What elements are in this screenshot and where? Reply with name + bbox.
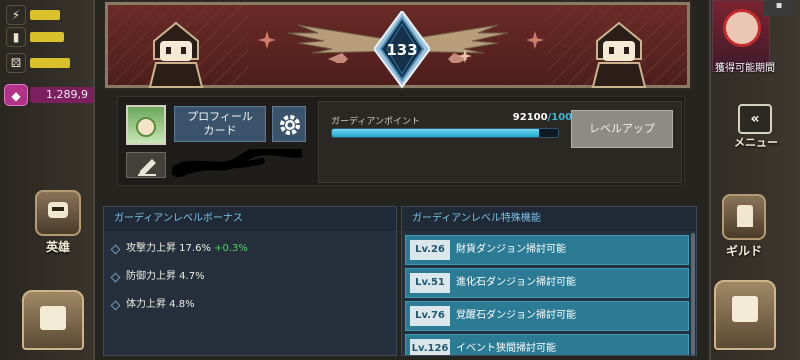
resource-row-2: ▮ [4, 26, 96, 48]
guardian-points-fill [332, 129, 540, 137]
resource-row-1: ⚡ [4, 4, 96, 26]
bonus-row: 防御力上昇 4.7% [104, 263, 396, 291]
guardian-level-value: 133 [386, 41, 418, 59]
sparkle-icon [526, 31, 544, 49]
feature-level: Lv.51 [410, 273, 450, 293]
guild-label: ギルド [725, 244, 762, 258]
feature-text: 覚醒石ダンジョン掃討可能 [456, 310, 576, 321]
settings-button[interactable] [272, 106, 306, 142]
avatar-face [136, 117, 156, 137]
bonus-label: 防御力上昇 4.7% [126, 271, 205, 282]
sparkle-icon [458, 49, 472, 63]
menu-label: メニュー [734, 136, 778, 149]
bonus-label: 攻撃力上昇 17.6% [126, 243, 211, 254]
dice-icon: ⚄ [6, 53, 26, 73]
guardian-mascot-right [591, 21, 647, 88]
right-hud: 獲得可能期間 ▪ « メニュー ギルド [700, 0, 800, 360]
bonus-label: 体力上昇 4.8% [126, 299, 195, 310]
shop-button[interactable] [22, 290, 84, 350]
feature-text: 財貨ダンジョン掃討可能 [456, 244, 566, 255]
hero-button[interactable]: 英雄 [28, 190, 88, 255]
feature-row: Lv.126 イベント狭間掃討可能 [405, 334, 689, 355]
guardian-level-badge: 133 [374, 11, 430, 91]
resource-bar-2 [30, 32, 64, 42]
resource-bar-3 [30, 58, 70, 68]
avatar[interactable] [126, 105, 166, 145]
profile-card-label-line1: プロフィール [187, 110, 253, 123]
feature-row: Lv.26 財貨ダンジョン掃討可能 [405, 235, 689, 265]
edit-name-button[interactable] [126, 152, 166, 178]
cup-icon: ▮ [6, 27, 26, 47]
profile-card-label-line2: カード [203, 124, 237, 137]
left-hud: ⚡ ▮ ⚄ 1,289,9 ◆ 英雄 [0, 0, 100, 360]
game-screen: ⚡ ▮ ⚄ 1,289,9 ◆ 英雄 獲得可能期間 ▪ « メニュー ギルド 1… [0, 0, 800, 360]
feature-level: Lv.76 [410, 306, 450, 326]
features-scrollbar[interactable] [691, 233, 695, 355]
energy-icon: ⚡ [6, 5, 26, 25]
level-bonus-title: ガーディアンレベルボーナス [104, 207, 396, 231]
guild-button[interactable]: ギルド [714, 194, 774, 259]
special-features-title: ガーディアンレベル特殊機能 [402, 207, 696, 231]
level-bonus-panel: ガーディアンレベルボーナス 攻撃力上昇 17.6% +0.3% 防御力上昇 4.… [103, 206, 397, 356]
feature-text: イベント狭間掃討可能 [456, 343, 556, 354]
resource-bar-1 [30, 10, 60, 20]
menu-button[interactable]: « [738, 104, 772, 134]
special-features-panel[interactable]: ガーディアンレベル特殊機能 Lv.26 財貨ダンジョン掃討可能 Lv.51 進化… [401, 206, 697, 356]
bonus-increase: +0.3% [214, 243, 248, 254]
guild-icon [722, 194, 766, 240]
feature-level: Lv.26 [410, 240, 450, 260]
points-current: 92100 [512, 112, 548, 123]
guardian-mascot-left [148, 21, 204, 88]
pencil-icon [138, 159, 156, 176]
feature-text: 進化石ダンジョン掃討可能 [456, 277, 576, 288]
gem-bar: 1,289,9 [30, 87, 100, 103]
resource-row-3: ⚄ [4, 52, 96, 74]
gear-icon [280, 115, 300, 135]
gem-value: 1,289,9 [46, 88, 88, 101]
mail-button[interactable] [714, 280, 776, 350]
bonus-row: 攻撃力上昇 17.6% +0.3% [104, 235, 396, 263]
feature-level: Lv.126 [410, 339, 450, 355]
close-icon[interactable]: ▪ [764, 0, 794, 16]
guardian-points-label: ガーディアンポイント [331, 117, 421, 127]
diamond-bullet-icon [110, 300, 121, 311]
diamond-bullet-icon [110, 244, 121, 255]
redacted-player-name [172, 149, 302, 177]
guardian-points-box: ガーディアンポイント 92100/100275 レベルアップ [318, 101, 682, 183]
bonus-row: 体力上昇 4.8% [104, 291, 396, 319]
sparkle-icon [258, 31, 276, 49]
gem-icon: ◆ [4, 84, 28, 106]
profile-info-box: プロフィール カード ガーディアンポイント 92100/ レベルアップ [117, 96, 685, 186]
profile-card-button[interactable]: プロフィール カード [174, 106, 266, 142]
hero-icon [35, 190, 81, 236]
feature-row: Lv.51 進化石ダンジョン掃討可能 [405, 268, 689, 298]
level-up-button[interactable]: レベルアップ [571, 110, 673, 148]
feature-row: Lv.76 覚醒石ダンジョン掃討可能 [405, 301, 689, 331]
guardian-level-panel: 133 プロフィール カード ガーディアンポイント 92100/ レベルアップ … [93, 0, 711, 360]
guardian-banner: 133 [103, 0, 692, 91]
event-banner[interactable]: 獲得可能期間 [712, 0, 775, 74]
guardian-points-progress [331, 128, 559, 138]
hero-label: 英雄 [45, 240, 70, 254]
event-character-portrait [723, 9, 761, 47]
gem-counter[interactable]: 1,289,9 ◆ [2, 84, 100, 106]
event-label: 獲得可能期間 [715, 63, 775, 74]
diamond-bullet-icon [110, 272, 121, 283]
